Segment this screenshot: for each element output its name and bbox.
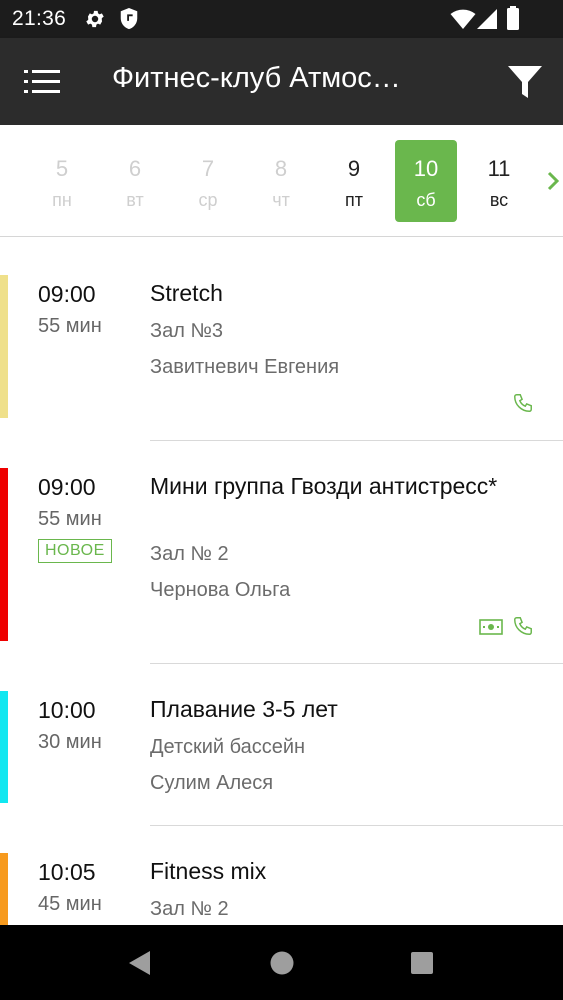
wifi-icon <box>450 9 476 29</box>
class-trainer: Чернова Ольга <box>150 579 291 601</box>
home-circle-icon[interactable] <box>268 949 296 977</box>
day-wed: 7 ср <box>177 140 239 222</box>
day-name: вс <box>489 190 509 210</box>
app-bar: Фитнес-клуб Атмос… <box>0 38 563 125</box>
class-color-bar <box>0 853 8 925</box>
shield-icon <box>120 8 138 30</box>
settings-gear-icon <box>86 10 104 28</box>
class-color-bar <box>0 468 8 641</box>
class-hall: Зал № 2 <box>150 543 229 565</box>
class-time: 09:00 <box>38 281 96 307</box>
day-number: 8 <box>274 156 288 181</box>
status-time: 21:36 <box>12 7 67 30</box>
day-name: пт <box>345 190 363 210</box>
class-duration: 30 мин <box>38 731 102 753</box>
banknote-icon <box>479 619 503 635</box>
cell-signal-icon <box>477 9 497 29</box>
day-name: сб <box>416 190 436 210</box>
class-title: Stretch <box>150 280 223 306</box>
day-number: 7 <box>201 156 215 181</box>
chevron-right-icon[interactable] <box>545 169 561 193</box>
class-title: Мини группа Гвозди антистресс* <box>150 473 498 499</box>
class-trainer: Сулим Алеся <box>150 772 274 794</box>
schedule-list: 09:00 55 мин Stretch Зал №3 Завитневич Е… <box>0 238 563 925</box>
system-nav-bar <box>0 925 563 1000</box>
filter-funnel-icon[interactable] <box>506 62 544 102</box>
day-name: пн <box>52 190 72 210</box>
class-duration: 55 мин <box>38 508 102 530</box>
date-selector: 5 пн 6 вт 7 ср 8 чт 9 пт 10 сб 11 вс <box>0 125 563 237</box>
day-name: чт <box>272 190 290 210</box>
class-color-bar <box>0 275 8 418</box>
class-time: 10:00 <box>38 697 96 723</box>
class-duration: 45 мин <box>38 893 102 915</box>
back-triangle-icon[interactable] <box>126 949 154 977</box>
day-mon: 5 пн <box>31 140 93 222</box>
class-trainer: Завитневич Евгения <box>150 356 340 378</box>
class-card[interactable]: 10:05 45 мин Fitness mix Зал № 2 <box>0 826 563 925</box>
class-title: Fitness mix <box>150 858 267 884</box>
class-card[interactable]: 09:00 55 мин НОВОЕ Мини группа Гвозди ан… <box>0 441 563 664</box>
class-title: Плавание 3-5 лет <box>150 696 338 722</box>
day-name: ср <box>198 190 218 210</box>
phone-icon[interactable] <box>512 392 534 414</box>
day-sat[interactable]: 10 сб <box>395 140 457 222</box>
class-hall: Зал № 2 <box>150 898 229 920</box>
day-number: 5 <box>55 156 69 181</box>
status-bar: 21:36 <box>0 0 563 38</box>
day-thu: 8 чт <box>250 140 312 222</box>
class-color-bar <box>0 691 8 803</box>
class-hall: Зал №3 <box>150 320 224 342</box>
class-card[interactable]: 09:00 55 мин Stretch Зал №3 Завитневич Е… <box>0 238 563 441</box>
day-name: вт <box>126 190 144 210</box>
new-badge: НОВОЕ <box>38 539 112 563</box>
class-card[interactable]: 10:00 30 мин Плавание 3-5 лет Детский ба… <box>0 664 563 826</box>
phone-icon[interactable] <box>512 615 534 637</box>
day-number: 6 <box>128 156 142 181</box>
day-tue: 6 вт <box>104 140 166 222</box>
day-sun[interactable]: 11 вс <box>468 140 530 222</box>
day-number: 11 <box>487 156 511 181</box>
class-duration: 55 мин <box>38 315 102 337</box>
hamburger-menu-icon[interactable] <box>24 64 62 100</box>
day-number: 9 <box>347 156 361 181</box>
battery-icon <box>507 6 519 30</box>
recents-square-icon[interactable] <box>408 949 436 977</box>
class-time: 10:05 <box>38 859 96 885</box>
app-title: Фитнес-клуб Атмос… <box>112 62 401 94</box>
class-hall: Детский бассейн <box>150 736 306 758</box>
day-fri[interactable]: 9 пт <box>323 140 385 222</box>
day-number: 10 <box>413 156 439 181</box>
class-time: 09:00 <box>38 474 96 500</box>
